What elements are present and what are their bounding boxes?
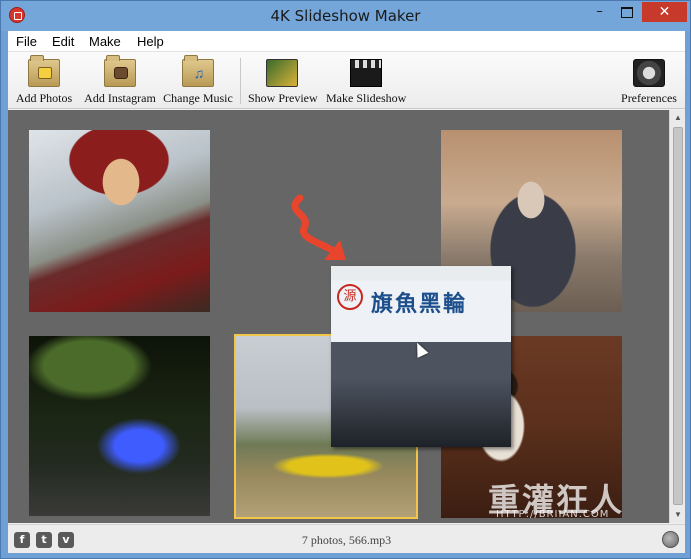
vertical-scrollbar[interactable]: ▲ ▼ xyxy=(669,110,685,523)
menu-edit[interactable]: Edit xyxy=(52,34,74,49)
toolbar-separator xyxy=(240,58,241,104)
preview-photos-icon xyxy=(266,59,298,87)
preferences-label: Preferences xyxy=(621,91,677,105)
show-preview-button[interactable]: Show Preview xyxy=(248,55,318,107)
toolbar: Add Photos Add Instagram ♫ Change Music … xyxy=(8,52,685,109)
clapperboard-icon xyxy=(350,59,382,87)
menu-help[interactable]: Help xyxy=(137,34,164,49)
show-preview-label: Show Preview xyxy=(248,91,318,105)
scroll-thumb[interactable] xyxy=(673,127,683,505)
market-sign-text: 旗魚黑輪 xyxy=(371,291,468,317)
client-area: File Edit Make Help Add Photos Add Insta… xyxy=(8,31,685,553)
status-text: 7 photos, 566.mp3 xyxy=(301,533,392,547)
change-music-button[interactable]: ♫ Change Music xyxy=(162,55,234,107)
menu-file[interactable]: File xyxy=(16,34,37,49)
photo-thumbnail-puppet-red[interactable] xyxy=(29,130,210,312)
photo-thumbnail-night-lights[interactable] xyxy=(29,336,210,516)
add-photos-button[interactable]: Add Photos xyxy=(12,55,76,107)
add-instagram-label: Add Instagram xyxy=(84,91,156,105)
status-bar: f t v 7 photos, 566.mp3 xyxy=(8,524,685,553)
change-music-label: Change Music xyxy=(163,91,233,105)
minimize-button[interactable]: – xyxy=(586,2,613,22)
add-photos-label: Add Photos xyxy=(15,91,73,105)
market-sign-mark: 源 xyxy=(337,284,363,310)
photo-thumbnail-market-dragging[interactable]: 源 旗魚黑輪 xyxy=(331,266,511,447)
drag-arrow-icon xyxy=(291,194,346,260)
photo-folder-icon xyxy=(28,55,60,87)
close-button[interactable]: ✕ xyxy=(642,2,687,22)
music-folder-icon: ♫ xyxy=(182,55,214,87)
maximize-button[interactable] xyxy=(613,2,640,22)
make-slideshow-button[interactable]: Make Slideshow xyxy=(326,55,406,107)
instagram-folder-icon xyxy=(104,55,136,87)
globe-icon[interactable] xyxy=(662,531,679,548)
make-slideshow-label: Make Slideshow xyxy=(326,91,407,105)
watermark-url: HTTP://BRIIAN.COM xyxy=(496,509,610,520)
add-instagram-button[interactable]: Add Instagram xyxy=(82,55,158,107)
scroll-down-icon[interactable]: ▼ xyxy=(670,507,686,523)
title-bar[interactable]: 4K Slideshow Maker – ✕ xyxy=(1,1,690,31)
photo-canvas[interactable]: 源 旗魚黑輪 重灌狂人 HTTP://BRIIAN.COM xyxy=(8,110,669,523)
menu-make[interactable]: Make xyxy=(89,34,121,49)
app-window: 4K Slideshow Maker – ✕ File Edit Make He… xyxy=(0,0,691,559)
preferences-icon xyxy=(633,59,665,87)
scroll-up-icon[interactable]: ▲ xyxy=(670,110,686,126)
menu-bar: File Edit Make Help xyxy=(8,31,685,52)
preferences-button[interactable]: Preferences xyxy=(616,55,682,107)
